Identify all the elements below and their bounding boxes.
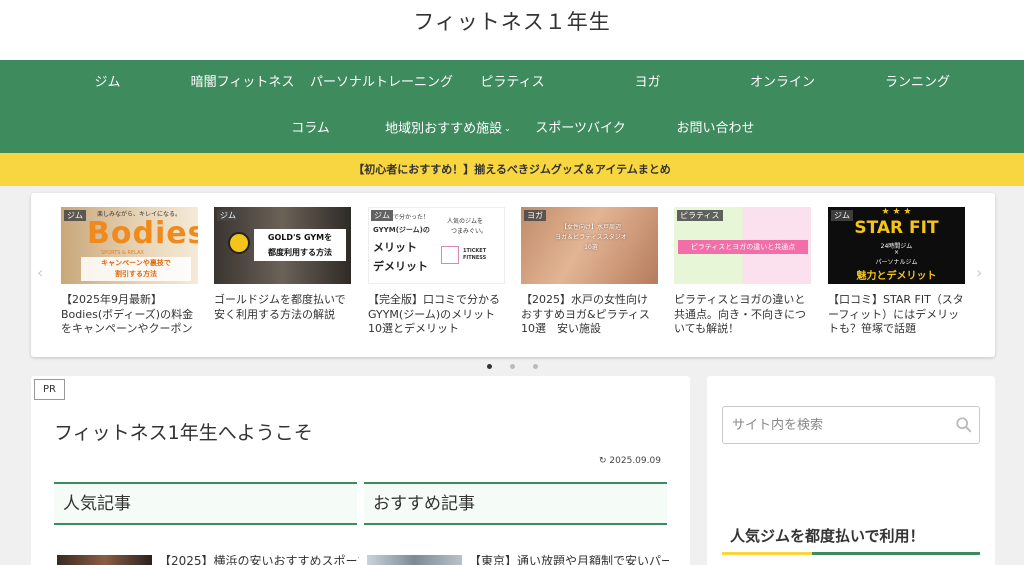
thumb-cross: × [893, 249, 900, 256]
thumb-caption-line1: 【女性向け】水戸周辺 [560, 224, 621, 231]
carousel-card[interactable]: GOLD'S GYMを 都度利用する方法 ジム ゴールドジムを都度払いで安く利用… [214, 207, 351, 341]
nav-item-running[interactable]: ランニング [850, 60, 985, 106]
thumb-caption: ピラティスとヨガの違いと共通点 [678, 240, 808, 254]
card-title: 【2025年9月最新】Bodies(ボディーズ)の料金をキャンペーンやクーポンで… [61, 293, 194, 337]
post-thumbnail [57, 555, 152, 565]
card-title: 【完全版】口コミで分かるGYYM(ジーム)のメリット10選とデメリット [368, 293, 500, 335]
carousel-card[interactable]: 楽しみながら、キレイになる。 Bodies SPORTS & RELAX キャン… [61, 207, 198, 341]
carousel-dot[interactable] [533, 364, 538, 369]
bodies-logo: Bodies [87, 216, 198, 251]
search-icon[interactable] [955, 416, 973, 434]
thumb-line3: デメリット [373, 260, 428, 273]
card-title: ピラティスとヨガの違いと共通点。向き・不向きについても解説！ [674, 293, 806, 335]
thumb-caption: GOLD'S GYMを 都度利用する方法 [254, 229, 346, 261]
thumb-right2: つまみぐい。 [451, 228, 488, 235]
sidebar-widget-title: 人気ジムを都度払いで利用！ [722, 521, 980, 555]
post-title: 【2025】横浜の安いおすすめスポーツジム [159, 554, 359, 565]
thumb-caption: 【女性向け】水戸周辺 ヨガ＆ピラティススタジオ 10選 [546, 223, 636, 253]
thumb-top: で分かった！ [393, 214, 430, 221]
category-badge: ジム [831, 210, 853, 221]
nav-item-yoga[interactable]: ヨガ [580, 60, 715, 106]
update-date-text: 2025.09.09 [609, 456, 661, 466]
carousel-next-icon[interactable]: › [976, 263, 982, 282]
search-box [722, 406, 980, 444]
list-item[interactable]: 【2025】横浜の安いおすすめスポーツジム [57, 554, 360, 565]
nav-item-column[interactable]: コラム [243, 106, 378, 152]
carousel-card[interactable]: ピラティスとヨガの違いと共通点 ピラティス ピラティスとヨガの違いと共通点。向き… [674, 207, 811, 341]
category-badge: ジム [217, 210, 239, 221]
search-input[interactable] [723, 407, 948, 443]
carousel-card[interactable]: で分かった！ GYYM(ジーム)の メリット デメリット 人気のジムを つまみぐ… [368, 207, 505, 341]
nav-item-dark-fitness[interactable]: 暗闇フィットネス [175, 60, 310, 106]
main-content: PR フィットネス1年生へようこそ ↻ 2025.09.09 人気記事 おすすめ… [31, 376, 690, 565]
thumb-caption-line2: 割引する方法 [115, 270, 157, 278]
sidebar-widget-title-text: 人気ジムを都度払いで利用！ [730, 527, 925, 545]
starfit-logo: STAR FIT [854, 218, 939, 238]
carousel-dot[interactable] [510, 364, 515, 369]
thumb-caption-line3: 10選 [584, 244, 598, 251]
thumb-caption-line2: ヨガ＆ピラティススタジオ [555, 234, 627, 241]
gym-logo-icon [228, 232, 250, 254]
page-title: フィットネス1年生へようこそ [54, 422, 313, 444]
carousel-card[interactable]: 【女性向け】水戸周辺 ヨガ＆ピラティススタジオ 10選 ヨガ 【2025】水戸の… [521, 207, 658, 341]
refresh-icon: ↻ [599, 456, 607, 466]
thumb-line1: GYYM(ジーム)の [373, 226, 430, 234]
section-heading-recommended: おすすめ記事 [364, 482, 667, 525]
site-header: フィットネス１年生 [0, 0, 1024, 60]
nav-item-regional-label: 地域別おすすめ施設 [385, 121, 503, 137]
sidebar: 人気ジムを都度払いで利用！ [707, 376, 995, 565]
thumb-line3: 魅力とデメリット [856, 271, 937, 282]
card-title: 【口コミ】STAR FIT（スターフィット）にはデメリットも？笹塚で話題 [828, 293, 964, 335]
gyym-logo-icon [441, 246, 459, 264]
chevron-down-icon: ⌄ [504, 124, 511, 133]
nav-item-sports-bike[interactable]: スポーツバイク [513, 106, 648, 152]
nav-item-pilates[interactable]: ピラティス [445, 60, 580, 106]
category-badge: ピラティス [677, 210, 723, 221]
promo-banner[interactable]: 【初心者におすすめ！】揃えるべきジムグッズ＆アイテムまとめ [0, 153, 1024, 186]
title-accent-bar [722, 552, 812, 555]
thumb-caption: キャンペーンや裏技で 割引する方法 [81, 257, 191, 281]
post-title: 【東京】通い放題や月額制で安いパーソナルジム [469, 554, 669, 565]
thumb-brand: 1TICKET FITNESS [463, 248, 487, 261]
featured-carousel: ‹ › 楽しみながら、キレイになる。 Bodies SPORTS & RELAX… [31, 193, 995, 357]
carousel-card[interactable]: ★ ★ ★ STAR FIT 24時間ジム × パーソナルジム 魅力とデメリット… [828, 207, 965, 341]
category-badge: ヨガ [524, 210, 546, 221]
thumb-line2: メリット [373, 241, 417, 254]
category-badge: ジム [371, 210, 393, 221]
section-heading-popular: 人気記事 [54, 482, 357, 525]
category-badge: ジム [64, 210, 86, 221]
thumb-caption-line1: GOLD'S GYMを [267, 233, 333, 242]
carousel-prev-icon[interactable]: ‹ [37, 263, 43, 282]
post-thumbnail [367, 555, 462, 565]
card-title: 【2025】水戸の女性向けおすすめヨガ&ピラティス10選 安い施設 [521, 293, 650, 335]
site-title[interactable]: フィットネス１年生 [0, 6, 1024, 36]
thumb-right1: 人気のジムを [447, 218, 484, 225]
pr-label: PR [34, 379, 65, 400]
nav-item-online[interactable]: オンライン [715, 60, 850, 106]
carousel-pagination [480, 364, 550, 372]
thumb-caption-line2: 都度利用する方法 [268, 248, 332, 257]
thumb-sub: SPORTS & RELAX [101, 250, 144, 256]
carousel-dot[interactable] [487, 364, 492, 369]
thumb-caption-line1: キャンペーンや裏技で [101, 259, 171, 267]
nav-item-gym[interactable]: ジム [40, 60, 175, 106]
thumb-line2: パーソナルジム [875, 259, 918, 266]
nav-item-contact[interactable]: お問い合わせ [648, 106, 783, 152]
main-navigation: ジム 暗闇フィットネス パーソナルトレーニング ピラティス ヨガ オンライン ラ… [0, 60, 1024, 153]
list-item[interactable]: 【東京】通い放題や月額制で安いパーソナルジム [367, 554, 670, 565]
card-title: ゴールドジムを都度払いで安く利用する方法の解説 [214, 293, 346, 321]
nav-item-personal-training[interactable]: パーソナルトレーニング [310, 60, 453, 106]
nav-item-regional[interactable]: 地域別おすすめ施設 ⌄ [378, 106, 518, 152]
update-date: ↻ 2025.09.09 [599, 456, 661, 466]
